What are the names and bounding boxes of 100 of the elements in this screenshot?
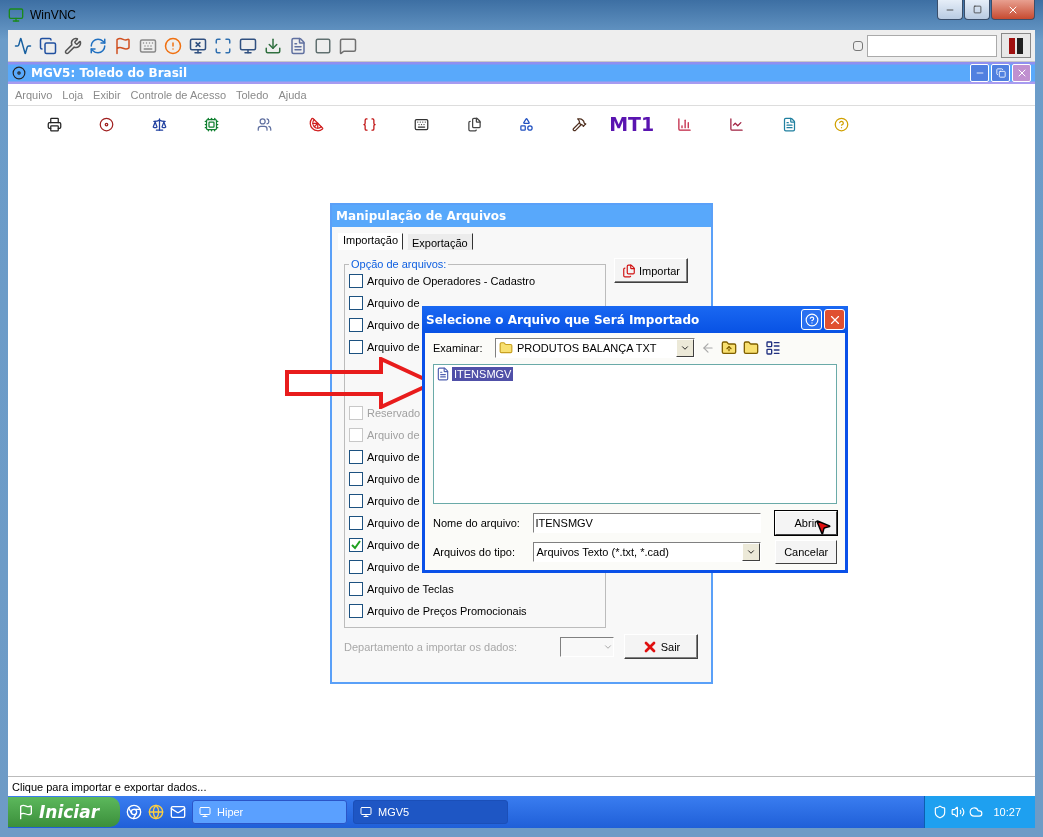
- open-button[interactable]: Abrir: [775, 511, 837, 535]
- tab[interactable]: Importação: [338, 233, 404, 250]
- checkbox-label: Reservado: [367, 407, 421, 419]
- caret-icon: [746, 547, 757, 557]
- maximize-button[interactable]: [964, 0, 990, 20]
- checkbox-label: Arquivo de: [367, 561, 420, 573]
- import-button[interactable]: Importar: [614, 258, 688, 283]
- shapes-icon[interactable]: [519, 116, 535, 132]
- taskbar-button[interactable]: MGV5: [353, 800, 508, 824]
- shield-icon[interactable]: [933, 805, 948, 819]
- department-dropdown[interactable]: [560, 636, 614, 657]
- checkbox[interactable]: [349, 472, 363, 486]
- toolbar-text-button[interactable]: MT1: [605, 113, 658, 135]
- checkbox[interactable]: [349, 604, 363, 618]
- tools-icon[interactable]: [62, 35, 83, 56]
- file-type-label: Arquivos do tipo:: [433, 546, 516, 558]
- document-icon[interactable]: [781, 116, 797, 132]
- checkbox[interactable]: [349, 560, 363, 574]
- menu-item[interactable]: Ajuda: [278, 88, 307, 101]
- chip-icon[interactable]: [204, 116, 220, 132]
- file-item[interactable]: ITENSMGV: [452, 367, 514, 381]
- checkbox[interactable]: [349, 516, 363, 530]
- browser-icon[interactable]: [126, 804, 142, 820]
- menu-item[interactable]: Loja: [62, 88, 84, 101]
- printer-icon[interactable]: [46, 116, 62, 132]
- import-icon: [622, 263, 636, 278]
- scale-icon[interactable]: [151, 116, 167, 132]
- cancel-button[interactable]: Cancelar: [775, 540, 837, 564]
- menu-item[interactable]: Controle de Acesso: [130, 88, 226, 101]
- color-button[interactable]: [1001, 33, 1031, 58]
- folder-up-icon[interactable]: [721, 340, 737, 356]
- checkbox[interactable]: [349, 274, 363, 288]
- checkbox-label: Arquivo de: [367, 539, 420, 551]
- file-type-dropdown[interactable]: Arquivos Texto (*.txt, *.cad): [532, 542, 762, 562]
- checkbox[interactable]: [349, 450, 363, 464]
- checkbox[interactable]: [349, 538, 363, 552]
- monitor-icon: [199, 806, 211, 818]
- app-icon: [8, 7, 24, 23]
- radio-icon: [853, 40, 863, 51]
- file-name-field[interactable]: ITENSMGV: [532, 513, 762, 533]
- clock: 10:27: [993, 806, 1021, 818]
- minimize-button[interactable]: [937, 0, 963, 20]
- bar-chart-icon[interactable]: [676, 116, 692, 132]
- globe-icon[interactable]: [148, 804, 164, 820]
- menu-item[interactable]: Arquivo: [15, 88, 53, 101]
- checkbox-label: Arquivo de: [367, 473, 420, 485]
- monitor-icon: [360, 806, 372, 818]
- checkbox[interactable]: [349, 494, 363, 508]
- app-icon: [12, 66, 26, 80]
- cloud-icon[interactable]: [969, 805, 984, 819]
- maximize-icon: [972, 5, 982, 14]
- mail-icon[interactable]: [170, 804, 186, 820]
- status-text: Clique para importar e exportar dados...: [12, 780, 207, 793]
- checkbox[interactable]: [349, 340, 363, 354]
- restore-icon: [995, 68, 1006, 78]
- help-icon: [804, 312, 819, 327]
- speaker-icon[interactable]: [951, 805, 966, 819]
- input-field[interactable]: [867, 34, 997, 57]
- menu-item[interactable]: Exibir: [93, 88, 121, 101]
- tab[interactable]: Exportação: [407, 233, 473, 250]
- braces-icon[interactable]: [361, 116, 377, 132]
- checkbox[interactable]: [349, 296, 363, 310]
- checkbox-label: Arquivo de: [367, 495, 420, 507]
- checkbox[interactable]: [349, 318, 363, 332]
- checkbox-label: Arquivo de: [367, 319, 420, 331]
- flag-icon: [18, 804, 34, 820]
- windows-icon[interactable]: [37, 35, 58, 56]
- look-in-label: Examinar:: [433, 342, 484, 354]
- line-chart-icon[interactable]: [729, 116, 745, 132]
- checkbox-label: Arquivo de: [367, 517, 420, 529]
- people-icon[interactable]: [256, 116, 272, 132]
- disc-icon[interactable]: [99, 116, 115, 132]
- menu-item[interactable]: Toledo: [236, 88, 269, 101]
- dialog-title: Manipulação de Arquivos: [336, 209, 507, 223]
- folder-dropdown[interactable]: PRODUTOS BALANÇA TXT: [495, 338, 695, 358]
- window-title: WinVNC: [30, 8, 76, 22]
- notebook-icon: [436, 367, 450, 381]
- monitor-wave-icon[interactable]: [12, 35, 33, 56]
- exit-button[interactable]: Sair: [624, 634, 698, 659]
- documents-icon[interactable]: [466, 116, 482, 132]
- checkbox-label: Arquivo de Teclas: [367, 583, 454, 595]
- restore-button[interactable]: [991, 64, 1010, 82]
- folder-icon: [499, 341, 513, 355]
- caret-icon: [680, 343, 690, 353]
- fruit-icon[interactable]: [309, 116, 325, 132]
- group-label: Opção de arquivos:: [350, 258, 448, 270]
- help-button[interactable]: [801, 309, 822, 330]
- new-folder-icon[interactable]: [743, 340, 759, 356]
- hammer-icon[interactable]: [571, 116, 587, 132]
- view-menu-icon[interactable]: [765, 340, 781, 356]
- window-title: MGV5: Toledo do Brasil: [31, 66, 188, 80]
- dialog-title: Selecione o Arquivo que Será Importado: [426, 312, 701, 327]
- checkbox-label: Arquivo de: [367, 429, 420, 441]
- checkbox[interactable]: [349, 582, 363, 596]
- checkbox-label: Arquivo de: [367, 451, 420, 463]
- department-label: Departamento a importar os dados:: [344, 640, 519, 653]
- checkbox-label: Arquivo de: [367, 341, 420, 353]
- checkbox-label: Arquivo de Operadores - Cadastro: [367, 275, 536, 287]
- keyboard-icon[interactable]: [414, 116, 430, 132]
- close-button[interactable]: [991, 0, 1035, 20]
